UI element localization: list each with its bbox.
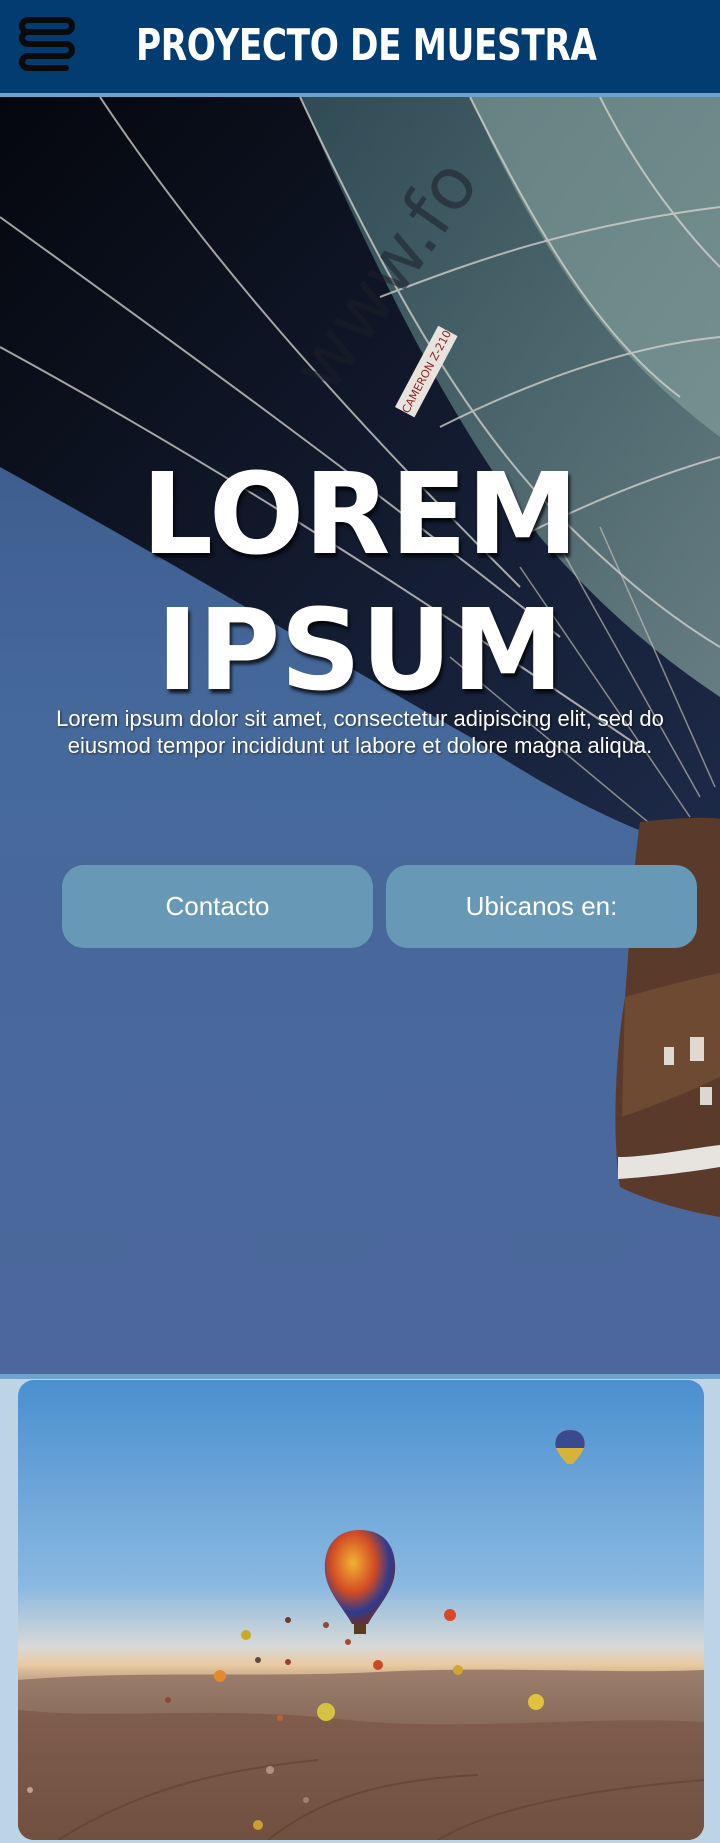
hero-title-line1: LOREM: [141, 450, 579, 580]
hero-title-line2: IPSUM: [156, 586, 564, 716]
site-header: PROYECTO DE MUESTRA: [0, 0, 720, 97]
section-divider: [0, 1374, 720, 1379]
hero-description: Lorem ipsum dolor sit amet, consectetur …: [56, 706, 664, 758]
hero-section: CAMERON Z-210 www.fo LOREM IPSUM Lorem i…: [0, 97, 720, 1374]
location-button[interactable]: Ubicanos en:: [386, 865, 697, 948]
gallery-photo: [18, 1380, 704, 1840]
hero-title: LOREM IPSUM: [0, 447, 720, 719]
site-title[interactable]: PROYECTO DE MUESTRA: [136, 24, 597, 68]
contact-button[interactable]: Contacto: [62, 865, 373, 948]
balloons-landscape-image: [18, 1380, 704, 1840]
menu-icon[interactable]: [16, 14, 78, 78]
